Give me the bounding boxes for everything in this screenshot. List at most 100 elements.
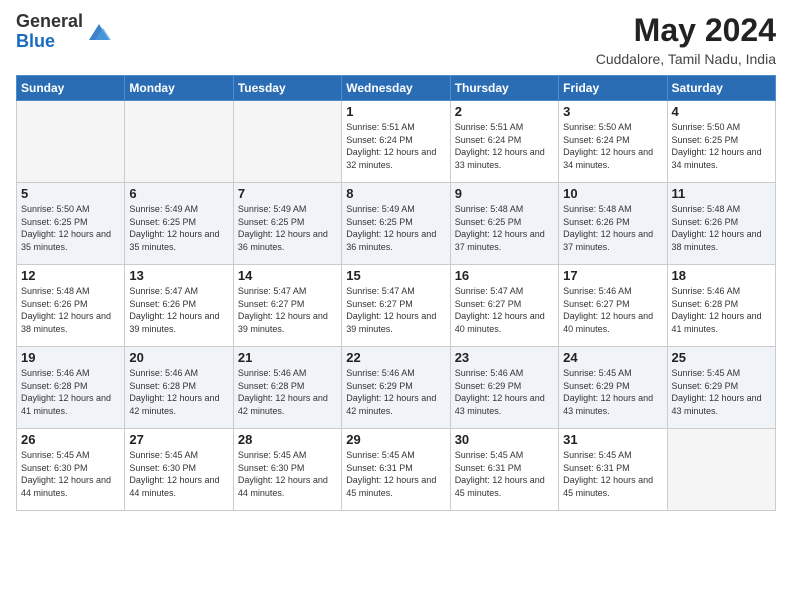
day-number: 13 <box>129 268 228 283</box>
day-info: Sunrise: 5:46 AM Sunset: 6:28 PM Dayligh… <box>129 367 228 417</box>
day-number: 7 <box>238 186 337 201</box>
calendar-cell: 5 Sunrise: 5:50 AM Sunset: 6:25 PM Daylig… <box>17 183 125 265</box>
calendar-cell: 14 Sunrise: 5:47 AM Sunset: 6:27 PM Dayli… <box>233 265 341 347</box>
day-number: 9 <box>455 186 554 201</box>
day-info: Sunrise: 5:46 AM Sunset: 6:29 PM Dayligh… <box>455 367 554 417</box>
calendar-week-row: 5 Sunrise: 5:50 AM Sunset: 6:25 PM Daylig… <box>17 183 776 265</box>
day-number: 12 <box>21 268 120 283</box>
calendar-cell: 25 Sunrise: 5:45 AM Sunset: 6:29 PM Dayli… <box>667 347 775 429</box>
calendar-cell <box>17 101 125 183</box>
day-info: Sunrise: 5:46 AM Sunset: 6:28 PM Dayligh… <box>672 285 771 335</box>
day-number: 5 <box>21 186 120 201</box>
day-info: Sunrise: 5:50 AM Sunset: 6:24 PM Dayligh… <box>563 121 662 171</box>
day-info: Sunrise: 5:47 AM Sunset: 6:27 PM Dayligh… <box>346 285 445 335</box>
calendar-cell: 11Sunrise: 5:48 AM Sunset: 6:26 PM Dayli… <box>667 183 775 265</box>
day-info: Sunrise: 5:45 AM Sunset: 6:31 PM Dayligh… <box>346 449 445 499</box>
calendar-cell: 6Sunrise: 5:49 AM Sunset: 6:25 PM Daylig… <box>125 183 233 265</box>
day-number: 19 <box>21 350 120 365</box>
day-info: Sunrise: 5:46 AM Sunset: 6:28 PM Dayligh… <box>21 367 120 417</box>
page: General Blue May 2024 Cuddalore, Tamil N… <box>0 0 792 612</box>
day-number: 15 <box>346 268 445 283</box>
calendar-cell <box>125 101 233 183</box>
day-info: Sunrise: 5:48 AM Sunset: 6:26 PM Dayligh… <box>563 203 662 253</box>
day-info: Sunrise: 5:48 AM Sunset: 6:26 PM Dayligh… <box>672 203 771 253</box>
day-number: 6 <box>129 186 228 201</box>
calendar-cell <box>233 101 341 183</box>
calendar-cell: 10 Sunrise: 5:48 AM Sunset: 6:26 PM Dayli… <box>559 183 667 265</box>
calendar-header-row: SundayMondayTuesdayWednesdayThursdayFrid… <box>17 76 776 101</box>
calendar-cell: 24Sunrise: 5:45 AM Sunset: 6:29 PM Dayli… <box>559 347 667 429</box>
calendar-table: SundayMondayTuesdayWednesdayThursdayFrid… <box>16 75 776 511</box>
calendar-cell: 19 Sunrise: 5:46 AM Sunset: 6:28 PM Dayli… <box>17 347 125 429</box>
day-info: Sunrise: 5:45 AM Sunset: 6:31 PM Dayligh… <box>455 449 554 499</box>
calendar-cell: 20 Sunrise: 5:46 AM Sunset: 6:28 PM Dayli… <box>125 347 233 429</box>
day-info: Sunrise: 5:47 AM Sunset: 6:26 PM Dayligh… <box>129 285 228 335</box>
calendar-cell: 7Sunrise: 5:49 AM Sunset: 6:25 PM Daylig… <box>233 183 341 265</box>
header-right: May 2024 Cuddalore, Tamil Nadu, India <box>596 12 776 67</box>
day-number: 30 <box>455 432 554 447</box>
location: Cuddalore, Tamil Nadu, India <box>596 51 776 67</box>
day-info: Sunrise: 5:50 AM Sunset: 6:25 PM Dayligh… <box>21 203 120 253</box>
calendar-cell: 29 Sunrise: 5:45 AM Sunset: 6:31 PM Dayli… <box>342 429 450 511</box>
calendar-cell: 21Sunrise: 5:46 AM Sunset: 6:28 PM Dayli… <box>233 347 341 429</box>
logo-icon <box>85 18 113 46</box>
calendar-cell: 3 Sunrise: 5:50 AM Sunset: 6:24 PM Daylig… <box>559 101 667 183</box>
weekday-header-saturday: Saturday <box>667 76 775 101</box>
day-info: Sunrise: 5:45 AM Sunset: 6:31 PM Dayligh… <box>563 449 662 499</box>
day-info: Sunrise: 5:51 AM Sunset: 6:24 PM Dayligh… <box>455 121 554 171</box>
calendar-week-row: 19 Sunrise: 5:46 AM Sunset: 6:28 PM Dayli… <box>17 347 776 429</box>
calendar-cell: 18 Sunrise: 5:46 AM Sunset: 6:28 PM Dayli… <box>667 265 775 347</box>
logo-general-text: General <box>16 11 83 31</box>
day-number: 18 <box>672 268 771 283</box>
calendar-cell: 31 Sunrise: 5:45 AM Sunset: 6:31 PM Dayli… <box>559 429 667 511</box>
calendar-cell: 28 Sunrise: 5:45 AM Sunset: 6:30 PM Dayli… <box>233 429 341 511</box>
calendar-cell: 15 Sunrise: 5:47 AM Sunset: 6:27 PM Dayli… <box>342 265 450 347</box>
day-number: 3 <box>563 104 662 119</box>
calendar-cell: 4Sunrise: 5:50 AM Sunset: 6:25 PM Daylig… <box>667 101 775 183</box>
calendar-cell: 17Sunrise: 5:46 AM Sunset: 6:27 PM Dayli… <box>559 265 667 347</box>
day-number: 20 <box>129 350 228 365</box>
day-number: 25 <box>672 350 771 365</box>
day-info: Sunrise: 5:51 AM Sunset: 6:24 PM Dayligh… <box>346 121 445 171</box>
day-number: 2 <box>455 104 554 119</box>
weekday-header-sunday: Sunday <box>17 76 125 101</box>
day-number: 23 <box>455 350 554 365</box>
calendar-cell <box>667 429 775 511</box>
day-number: 31 <box>563 432 662 447</box>
day-number: 29 <box>346 432 445 447</box>
day-info: Sunrise: 5:46 AM Sunset: 6:29 PM Dayligh… <box>346 367 445 417</box>
day-number: 10 <box>563 186 662 201</box>
day-info: Sunrise: 5:45 AM Sunset: 6:30 PM Dayligh… <box>238 449 337 499</box>
day-number: 26 <box>21 432 120 447</box>
day-number: 28 <box>238 432 337 447</box>
day-info: Sunrise: 5:45 AM Sunset: 6:30 PM Dayligh… <box>129 449 228 499</box>
top-bar: General Blue May 2024 Cuddalore, Tamil N… <box>16 12 776 67</box>
day-info: Sunrise: 5:47 AM Sunset: 6:27 PM Dayligh… <box>238 285 337 335</box>
calendar-cell: 27Sunrise: 5:45 AM Sunset: 6:30 PM Dayli… <box>125 429 233 511</box>
calendar-week-row: 26 Sunrise: 5:45 AM Sunset: 6:30 PM Dayli… <box>17 429 776 511</box>
logo-blue-text: Blue <box>16 31 55 51</box>
day-info: Sunrise: 5:47 AM Sunset: 6:27 PM Dayligh… <box>455 285 554 335</box>
calendar-cell: 8Sunrise: 5:49 AM Sunset: 6:25 PM Daylig… <box>342 183 450 265</box>
calendar-cell: 9 Sunrise: 5:48 AM Sunset: 6:25 PM Daylig… <box>450 183 558 265</box>
day-number: 4 <box>672 104 771 119</box>
day-number: 21 <box>238 350 337 365</box>
day-number: 1 <box>346 104 445 119</box>
calendar-cell: 30 Sunrise: 5:45 AM Sunset: 6:31 PM Dayli… <box>450 429 558 511</box>
calendar-cell: 23 Sunrise: 5:46 AM Sunset: 6:29 PM Dayli… <box>450 347 558 429</box>
weekday-header-monday: Monday <box>125 76 233 101</box>
day-info: Sunrise: 5:48 AM Sunset: 6:26 PM Dayligh… <box>21 285 120 335</box>
calendar-week-row: 1 Sunrise: 5:51 AM Sunset: 6:24 PM Daylig… <box>17 101 776 183</box>
calendar-cell: 26Sunrise: 5:45 AM Sunset: 6:30 PM Dayli… <box>17 429 125 511</box>
calendar-week-row: 12 Sunrise: 5:48 AM Sunset: 6:26 PM Dayli… <box>17 265 776 347</box>
day-info: Sunrise: 5:45 AM Sunset: 6:29 PM Dayligh… <box>563 367 662 417</box>
calendar-cell: 22Sunrise: 5:46 AM Sunset: 6:29 PM Dayli… <box>342 347 450 429</box>
day-info: Sunrise: 5:48 AM Sunset: 6:25 PM Dayligh… <box>455 203 554 253</box>
weekday-header-thursday: Thursday <box>450 76 558 101</box>
day-info: Sunrise: 5:45 AM Sunset: 6:29 PM Dayligh… <box>672 367 771 417</box>
day-info: Sunrise: 5:46 AM Sunset: 6:27 PM Dayligh… <box>563 285 662 335</box>
calendar-cell: 1 Sunrise: 5:51 AM Sunset: 6:24 PM Daylig… <box>342 101 450 183</box>
day-number: 14 <box>238 268 337 283</box>
month-title: May 2024 <box>596 12 776 49</box>
day-number: 16 <box>455 268 554 283</box>
